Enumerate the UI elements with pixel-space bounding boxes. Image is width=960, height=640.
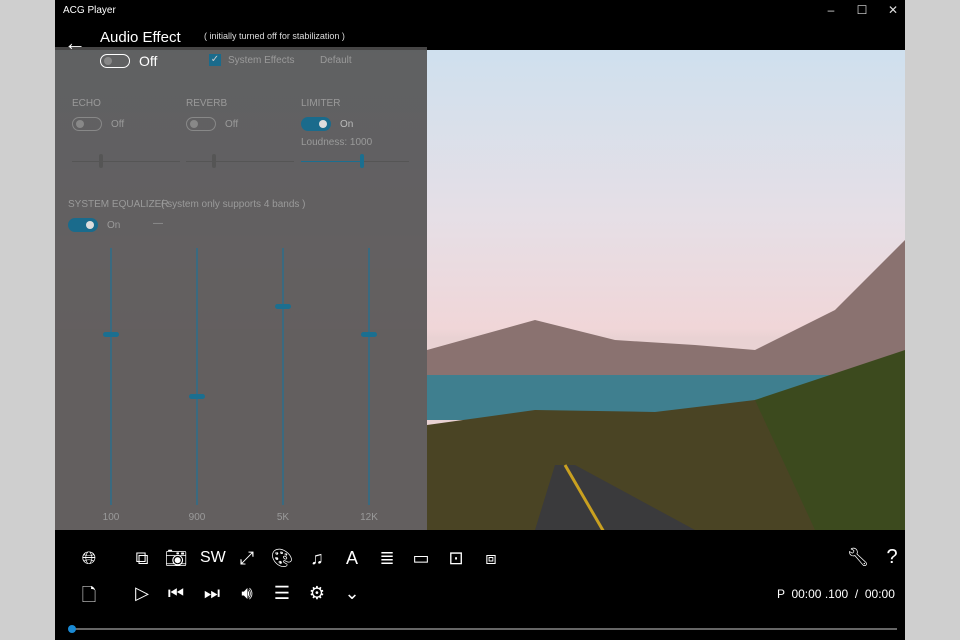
eq-band-slider[interactable] xyxy=(282,248,284,505)
subtitle-icon[interactable]: A xyxy=(340,548,364,569)
loudness-slider-fill xyxy=(301,161,361,162)
previous-icon[interactable]: ⏮︎ xyxy=(164,583,188,604)
system-effects-label: System Effects xyxy=(228,55,295,66)
eq-band-thumb[interactable] xyxy=(103,332,119,338)
wrench-icon[interactable]: 🔧︎ xyxy=(846,547,870,568)
reverb-slider-thumb[interactable] xyxy=(211,154,216,168)
close-button[interactable]: ✕ xyxy=(883,3,903,17)
video-window-icon[interactable]: ⊡ xyxy=(444,548,468,569)
settings-gear-icon[interactable]: ⚙︎ xyxy=(305,583,329,604)
playlist-music-icon[interactable]: ≣ xyxy=(375,548,399,569)
eq-band-label: 100 xyxy=(102,512,120,523)
limiter-state: On xyxy=(340,119,354,130)
playlist-icon[interactable]: ☰ xyxy=(270,583,294,604)
eq-band-thumb[interactable] xyxy=(189,394,205,400)
eq-band-slider[interactable] xyxy=(368,248,370,505)
chevron-down-icon[interactable]: ⌄ xyxy=(340,583,364,604)
caption-icon[interactable]: ▭ xyxy=(409,548,433,569)
equalizer-label: SYSTEM EQUALIZER xyxy=(68,199,169,210)
title-bar: ACG Player – ☐ ✕ xyxy=(55,0,905,22)
sw-button[interactable]: SW xyxy=(200,549,226,567)
equalizer-note: ( system only supports 4 bands ) xyxy=(161,199,306,210)
seek-bar-thumb[interactable] xyxy=(68,625,76,633)
panel-note: ( initially turned off for stabilization… xyxy=(204,31,345,41)
reverb-slider[interactable] xyxy=(186,161,294,162)
eq-band-label: 900 xyxy=(188,512,206,523)
audio-effect-state: Off xyxy=(139,53,158,69)
echo-slider[interactable] xyxy=(72,161,180,162)
camera-icon[interactable]: 📷︎ xyxy=(164,548,188,569)
volume-icon[interactable]: 🔊︎ xyxy=(235,583,259,604)
time-display: P 00:00 .100 / 00:00 xyxy=(777,587,895,601)
seek-bar[interactable] xyxy=(71,628,897,630)
loudness-label: Loudness: 1000 xyxy=(301,137,373,148)
eq-band-slider[interactable] xyxy=(110,248,112,505)
equalizer-toggle[interactable] xyxy=(68,218,98,232)
app-window: ACG Player – ☐ ✕ ← Audio Effect ( initia… xyxy=(55,0,905,640)
globe-icon[interactable]: 🌐︎ xyxy=(77,548,101,569)
echo-slider-thumb[interactable] xyxy=(99,154,103,168)
equalizer-state: On xyxy=(107,220,121,231)
maximize-button[interactable]: ☐ xyxy=(852,3,872,17)
reverb-state: Off xyxy=(225,119,239,130)
loudness-slider-thumb[interactable] xyxy=(360,154,365,168)
equalizer-reset[interactable]: — xyxy=(153,218,163,229)
reverb-toggle[interactable] xyxy=(186,117,216,131)
echo-toggle[interactable] xyxy=(72,117,102,131)
play-icon[interactable]: ▷ xyxy=(130,583,154,604)
system-effects-checkbox[interactable]: ✓ xyxy=(209,54,221,66)
reverb-label: REVERB xyxy=(186,98,228,109)
default-button[interactable]: Default xyxy=(320,55,352,66)
eq-band-label: 12K xyxy=(360,512,378,523)
echo-state: Off xyxy=(111,119,125,130)
cast-icon[interactable]: ⧉ xyxy=(130,548,154,569)
panel-title: Audio Effect xyxy=(100,29,181,46)
help-icon[interactable]: ? xyxy=(880,546,904,569)
window-title: ACG Player xyxy=(63,5,116,16)
echo-label: ECHO xyxy=(72,98,101,109)
eq-band-label: 5K xyxy=(276,512,290,523)
eq-band-thumb[interactable] xyxy=(275,304,291,310)
remote-device-icon[interactable]: ⧈ xyxy=(479,548,503,569)
eq-band-slider[interactable] xyxy=(196,248,198,505)
eq-band-thumb[interactable] xyxy=(361,332,377,338)
palette-icon[interactable]: 🎨︎ xyxy=(270,548,294,569)
open-file-icon[interactable]: 🗋︎ xyxy=(77,583,101,613)
next-icon[interactable]: ⏭︎ xyxy=(200,583,224,604)
music-note-icon[interactable]: ♫ xyxy=(305,548,329,569)
minimize-button[interactable]: – xyxy=(821,3,841,17)
audio-effect-toggle[interactable] xyxy=(100,54,130,68)
limiter-toggle[interactable] xyxy=(301,117,331,131)
limiter-label: LIMITER xyxy=(301,98,341,109)
back-arrow-icon[interactable]: ← xyxy=(64,30,86,56)
fullscreen-icon[interactable]: ⤢ xyxy=(235,548,259,569)
